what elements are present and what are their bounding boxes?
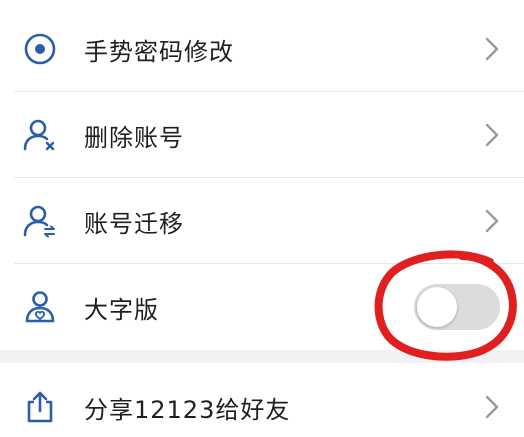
user-heart-icon [22, 289, 58, 325]
chevron-right-icon [482, 122, 502, 148]
delete-account-row[interactable]: 删除账号 [0, 92, 524, 178]
settings-screen: 手势密码修改 删除账号 账号迁移 大字版 分享12123给好友 [0, 0, 524, 437]
large-font-label: 大字版 [84, 295, 159, 324]
large-font-toggle[interactable] [414, 284, 500, 330]
user-remove-icon [22, 117, 58, 153]
large-font-row: 大字版 [0, 264, 524, 350]
chevron-right-icon [482, 394, 502, 420]
target-icon [22, 31, 58, 67]
toggle-knob [417, 287, 457, 327]
gesture-password-row[interactable]: 手势密码修改 [0, 6, 524, 92]
gesture-password-label: 手势密码修改 [84, 37, 234, 66]
share-label: 分享12123给好友 [84, 395, 291, 424]
account-transfer-row[interactable]: 账号迁移 [0, 178, 524, 264]
account-transfer-label: 账号迁移 [84, 209, 184, 238]
chevron-right-icon [482, 208, 502, 234]
user-transfer-icon [22, 203, 58, 239]
delete-account-label: 删除账号 [84, 123, 184, 152]
chevron-right-icon [482, 36, 502, 62]
share-icon [22, 389, 58, 425]
share-row[interactable]: 分享12123给好友 [0, 372, 524, 437]
